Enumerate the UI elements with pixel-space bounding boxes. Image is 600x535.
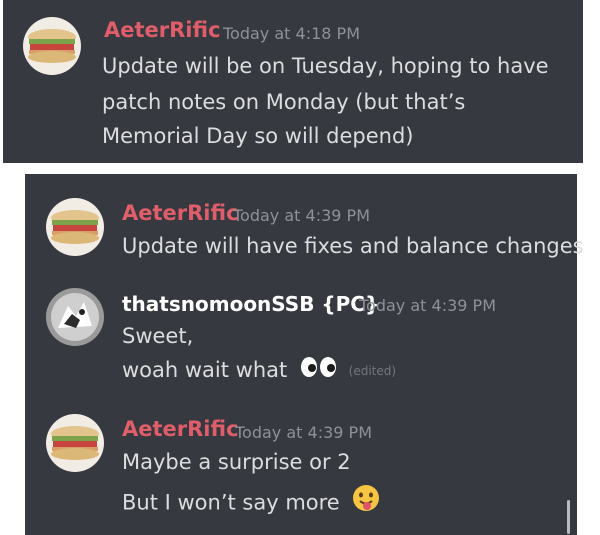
scrollbar-thumb[interactable] (567, 500, 570, 534)
timestamp: Today at 4:18 PM (223, 24, 360, 43)
message-line: patch notes on Monday (but that’s (102, 90, 466, 114)
eyes-emoji-icon (300, 353, 338, 389)
message-line: Memorial Day so will depend) (102, 124, 414, 148)
username[interactable]: AeterRific (122, 201, 239, 225)
timestamp: Today at 4:39 PM (233, 206, 370, 225)
message-line: Update will be on Tuesday, hoping to hav… (102, 54, 549, 78)
edited-label: (edited) (348, 364, 397, 378)
timestamp: Today at 4:39 PM (359, 296, 496, 315)
message-line: woah wait what (122, 358, 288, 382)
username[interactable]: AeterRific (122, 417, 239, 441)
sandwich-icon (46, 198, 104, 256)
sandwich-icon (46, 414, 104, 472)
username[interactable]: AeterRific (104, 18, 221, 42)
message-line: Maybe a surprise or 2 (122, 450, 351, 474)
sandwich-avatar[interactable] (46, 414, 104, 472)
message-line: Update will have fixes and balance chang… (122, 234, 584, 258)
message-line: Sweet, (122, 324, 194, 348)
message-line: But I won’t say more (122, 490, 340, 515)
cat-icon (46, 288, 104, 346)
sandwich-avatar[interactable] (46, 198, 104, 256)
tongue-face-emoji-icon (352, 484, 380, 523)
username[interactable]: thatsnomoonSSB {PC} (122, 292, 379, 316)
timestamp: Today at 4:39 PM (235, 423, 372, 442)
message-line-emoji: But I won’t say more (122, 484, 380, 523)
user-avatar[interactable] (46, 288, 104, 346)
chat-panel-bottom: AeterRific Today at 4:39 PM Update will … (25, 174, 584, 535)
chat-panel-top: AeterRific Today at 4:18 PM Update will … (3, 0, 583, 163)
sandwich-avatar[interactable] (23, 17, 81, 75)
sandwich-icon (23, 17, 81, 75)
message-line-edited: woah wait what (edited) (122, 352, 396, 389)
